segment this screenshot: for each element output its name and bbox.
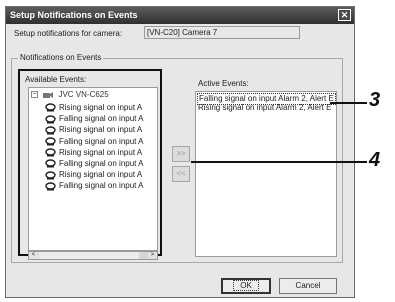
callout-4-line	[191, 161, 367, 163]
camera-icon	[43, 91, 54, 98]
tree-event-label: Rising signal on input A	[59, 170, 143, 180]
scroll-thumb[interactable]	[39, 252, 139, 259]
add-event-button[interactable]: >>	[172, 146, 190, 162]
remove-event-button[interactable]: <<	[172, 166, 190, 182]
tree-event-label: Rising signal on input A	[59, 125, 143, 135]
tree-event-label: Falling signal on input A	[59, 159, 144, 168]
callout-4: 4	[369, 149, 381, 171]
event-icon	[45, 103, 56, 112]
event-icon	[45, 114, 56, 124]
tree-event-label: Rising signal on input A	[59, 103, 143, 112]
camera-label: Setup notifications for camera:	[14, 29, 123, 38]
close-button[interactable]: ✕	[338, 9, 351, 21]
event-icon	[45, 182, 56, 191]
tree-event-item[interactable]: Rising signal on input A	[45, 169, 142, 180]
tree-event-item[interactable]: Rising signal on input A	[45, 124, 142, 135]
scroll-left-icon[interactable]: <	[29, 252, 38, 259]
title-bar: Setup Notifications on Events ✕	[6, 7, 354, 24]
ok-label: OK	[233, 280, 259, 291]
event-icon	[45, 126, 56, 135]
tree-event-item[interactable]: Falling signal on input A	[45, 113, 144, 124]
ok-button[interactable]: OK	[221, 278, 271, 294]
event-icon	[45, 170, 56, 180]
callout-3-line	[330, 102, 367, 104]
tree-event-label: Falling signal on input A	[59, 136, 144, 146]
event-icon	[45, 159, 56, 168]
dialog-title: Setup Notifications on Events	[10, 10, 138, 20]
group-label: Notifications on Events	[18, 53, 104, 62]
active-events-label: Active Events:	[198, 79, 249, 88]
active-event-item[interactable]: Rising signal on input Alarm 2, Alert E	[198, 103, 331, 113]
event-icon	[45, 137, 56, 146]
event-icon	[45, 148, 56, 157]
active-events-list[interactable]: Falling signal on input Alarm 2, Alert E…	[195, 91, 337, 257]
tree-root-node[interactable]: − JVC VN-C625	[31, 90, 109, 99]
tree-event-item[interactable]: Rising signal on input A	[45, 102, 142, 113]
tree-event-item[interactable]: Falling signal on input A	[45, 136, 144, 147]
close-icon: ✕	[340, 10, 349, 20]
cancel-button[interactable]: Cancel	[279, 278, 337, 294]
available-events-tree[interactable]: − JVC VN-C625 Rising signal on input A Fa…	[28, 87, 158, 251]
camera-field: [VN-C20] Camera 7	[144, 26, 300, 39]
tree-event-item[interactable]: Rising signal on input A	[45, 147, 142, 158]
tree-event-label: Rising signal on input A	[59, 147, 143, 157]
tree-event-label: Falling signal on input A	[59, 114, 144, 124]
callout-3: 3	[369, 89, 381, 111]
camera-value: [VN-C20] Camera 7	[147, 28, 218, 37]
scroll-right-icon[interactable]: >	[148, 252, 157, 259]
tree-root-label: JVC VN-C625	[58, 90, 109, 99]
available-events-label: Available Events:	[25, 75, 87, 84]
tree-event-item[interactable]: Falling signal on input A	[45, 158, 144, 169]
collapse-icon[interactable]: −	[31, 91, 38, 99]
tree-event-label: Falling signal on input A	[59, 181, 144, 191]
tree-event-item[interactable]: Falling signal on input A	[45, 180, 144, 191]
cancel-label: Cancel	[295, 281, 321, 290]
tree-horizontal-scrollbar[interactable]: < >	[28, 251, 158, 260]
